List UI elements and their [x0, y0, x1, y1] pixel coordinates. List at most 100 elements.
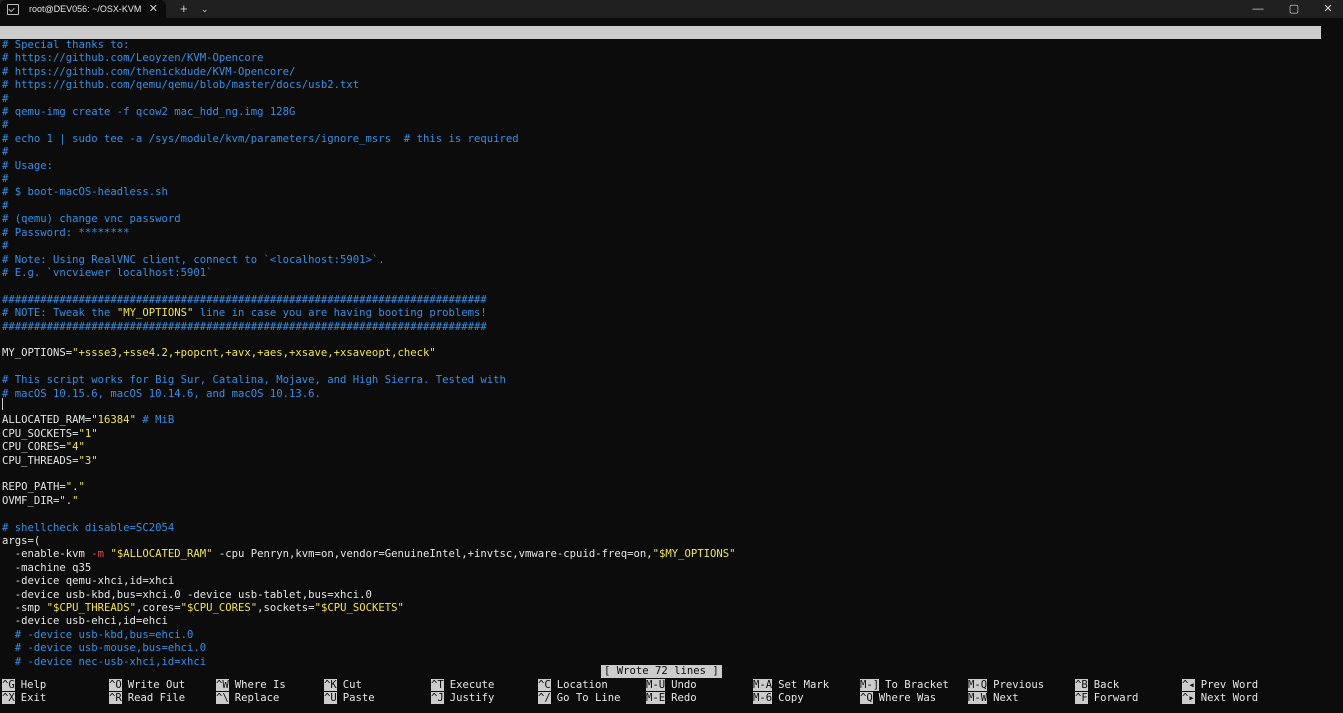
editor-line: OVMF_DIR="."	[2, 495, 736, 508]
shortcut-back[interactable]: ^B Back	[1075, 679, 1119, 692]
new-tab-button[interactable]: +	[180, 0, 188, 18]
shortcut-key: ^J	[431, 692, 444, 704]
shortcut-copy[interactable]: M-6 Copy	[753, 692, 804, 705]
shortcut-where-was[interactable]: ^Q Where Was	[860, 692, 936, 705]
code-token: "$CPU_THREADS"	[46, 602, 136, 615]
code-token: "."	[65, 481, 85, 494]
shortcut-previous[interactable]: M-Q Previous	[968, 679, 1044, 692]
editor-line: # Usage:	[2, 159, 54, 172]
editor-line: #	[2, 92, 9, 105]
editor-line: -smp "$CPU_THREADS",cores="$CPU_CORES",s…	[2, 602, 736, 615]
code-token: "MY_OPTIONS"	[116, 307, 194, 320]
terminal-icon	[7, 3, 19, 15]
minimize-button[interactable]: —	[1243, 0, 1273, 18]
shortcut-key: M-A	[753, 679, 773, 691]
shortcut-label: Copy	[778, 692, 804, 704]
code-token: ,cores=	[135, 602, 181, 615]
shortcut-cut[interactable]: ^K Cut	[324, 679, 362, 692]
shortcut-replace[interactable]: ^\ Replace	[216, 692, 279, 705]
shortcut-undo[interactable]: M-U Undo	[646, 679, 697, 692]
shortcut-key: ^W	[216, 679, 229, 691]
shortcut-key: ^B	[1075, 679, 1088, 691]
shortcut-label: Exit	[20, 692, 47, 704]
shortcut-help[interactable]: ^G Help	[2, 679, 46, 692]
shortcut-key: ^C	[538, 679, 551, 691]
shortcut-label: Cut	[342, 679, 362, 691]
shortcut-label: Set Mark	[778, 679, 830, 691]
shortcut-set-mark[interactable]: M-A Set Mark	[753, 679, 829, 692]
window-titlebar: root@DEV056: ~/OSX-KVM ✕ + ⌄ — ▢ ✕	[0, 0, 1343, 18]
shortcut-read-file[interactable]: ^R Read File	[109, 692, 185, 705]
shortcut-label: Justify	[449, 692, 495, 704]
editor-text-area[interactable]: # Special thanks to: # https://github.com…	[2, 39, 736, 669]
shortcut-location[interactable]: ^C Location	[538, 679, 608, 692]
shortcut-key: ^K	[324, 679, 337, 691]
editor-line: #	[2, 119, 9, 132]
shortcut-key: M-Q	[968, 679, 988, 691]
shortcut-key: M-]	[860, 679, 880, 691]
shortcut-label: Next Word	[1200, 692, 1259, 704]
shortcut-key: ^X	[2, 692, 15, 704]
editor-line: # Password: ********	[2, 226, 130, 239]
shortcut-label: Undo	[671, 679, 697, 691]
shortcut-paste[interactable]: ^U Paste	[324, 692, 375, 705]
close-tab-icon[interactable]: ✕	[149, 2, 158, 15]
tab-title: root@DEV056: ~/OSX-KVM	[29, 4, 142, 14]
shortcut-key: ^▸	[1182, 692, 1195, 704]
shortcut-key: ^G	[2, 679, 15, 691]
shortcut-write-out[interactable]: ^O Write Out	[109, 679, 185, 692]
shortcut-exit[interactable]: ^X Exit	[2, 692, 46, 705]
shortcut-label: Location	[556, 679, 608, 691]
shortcut-label: To Bracket	[885, 679, 949, 691]
editor-line: # -device usb-kbd,bus=ehci.0	[2, 628, 194, 641]
code-token: "."	[59, 494, 79, 507]
editor-line: MY_OPTIONS="+ssse3,+sse4.2,+popcnt,+avx,…	[2, 347, 736, 360]
code-token: ,sockets=	[257, 602, 315, 615]
shortcut-key: M-6	[753, 692, 773, 704]
shortcut-label: Previous	[993, 679, 1045, 691]
shortcut-key: ^◂	[1182, 679, 1195, 691]
editor-line: -device usb-kbd,bus=xhci.0 -device usb-t…	[2, 588, 372, 601]
editor-line: # Note: Using RealVNC client, connect to…	[2, 253, 385, 266]
shortcut-go-to-line[interactable]: ^/ Go To Line	[538, 692, 621, 705]
editor-line: # E.g. `vncviewer localhost:5901`	[2, 266, 213, 279]
terminal-tab[interactable]: root@DEV056: ~/OSX-KVM ✕	[0, 0, 166, 18]
shortcut-label: Paste	[342, 692, 375, 704]
editor-line: # echo 1 | sudo tee -a /sys/module/kvm/p…	[2, 132, 519, 145]
shortcut-key: M-E	[646, 692, 666, 704]
shortcut-label: Write Out	[127, 679, 186, 691]
code-token: -enable-kvm	[2, 548, 92, 561]
shortcut-next[interactable]: M-W Next	[968, 692, 1019, 705]
shortcut-key: ^O	[109, 679, 122, 691]
nano-header-bar: GNU nano 7.2 boot-macOS-headless.sh	[0, 26, 1321, 64]
shortcut-next-word[interactable]: ^▸ Next Word	[1182, 692, 1258, 705]
maximize-button[interactable]: ▢	[1279, 0, 1309, 18]
editor-line: # Special thanks to:	[2, 39, 130, 51]
shortcut-label: Help	[20, 679, 47, 691]
close-window-button[interactable]: ✕	[1313, 0, 1343, 18]
editor-line: # (qemu) change vnc password	[2, 213, 181, 226]
shortcut-execute[interactable]: ^T Execute	[431, 679, 494, 692]
code-token: "$CPU_SOCKETS"	[314, 602, 404, 615]
editor-line: # shellcheck disable=SC2054	[2, 521, 175, 534]
editor-line: args=(	[2, 535, 736, 548]
editor-line: CPU_CORES="4"	[2, 441, 736, 454]
editor-line: # https://github.com/qemu/qemu/blob/mast…	[2, 79, 360, 92]
shortcut-justify[interactable]: ^J Justify	[431, 692, 494, 705]
shortcut-key: ^Q	[860, 692, 873, 704]
shortcut-forward[interactable]: ^F Forward	[1075, 692, 1138, 705]
shortcut-where-is[interactable]: ^W Where Is	[216, 679, 286, 692]
editor-line: # NOTE: Tweak the "MY_OPTIONS" line in c…	[2, 307, 736, 320]
shortcut-prev-word[interactable]: ^◂ Prev Word	[1182, 679, 1258, 692]
shortcut-label: Forward	[1093, 692, 1139, 704]
shortcut-to-bracket[interactable]: M-] To Bracket	[860, 679, 949, 692]
editor-line: -device usb-ehci,id=ehci	[2, 615, 168, 628]
code-token: "4"	[65, 441, 85, 454]
code-token: OVMF_DIR=	[2, 494, 60, 507]
chevron-down-icon[interactable]: ⌄	[201, 0, 209, 18]
shortcut-redo[interactable]: M-E Redo	[646, 692, 697, 705]
